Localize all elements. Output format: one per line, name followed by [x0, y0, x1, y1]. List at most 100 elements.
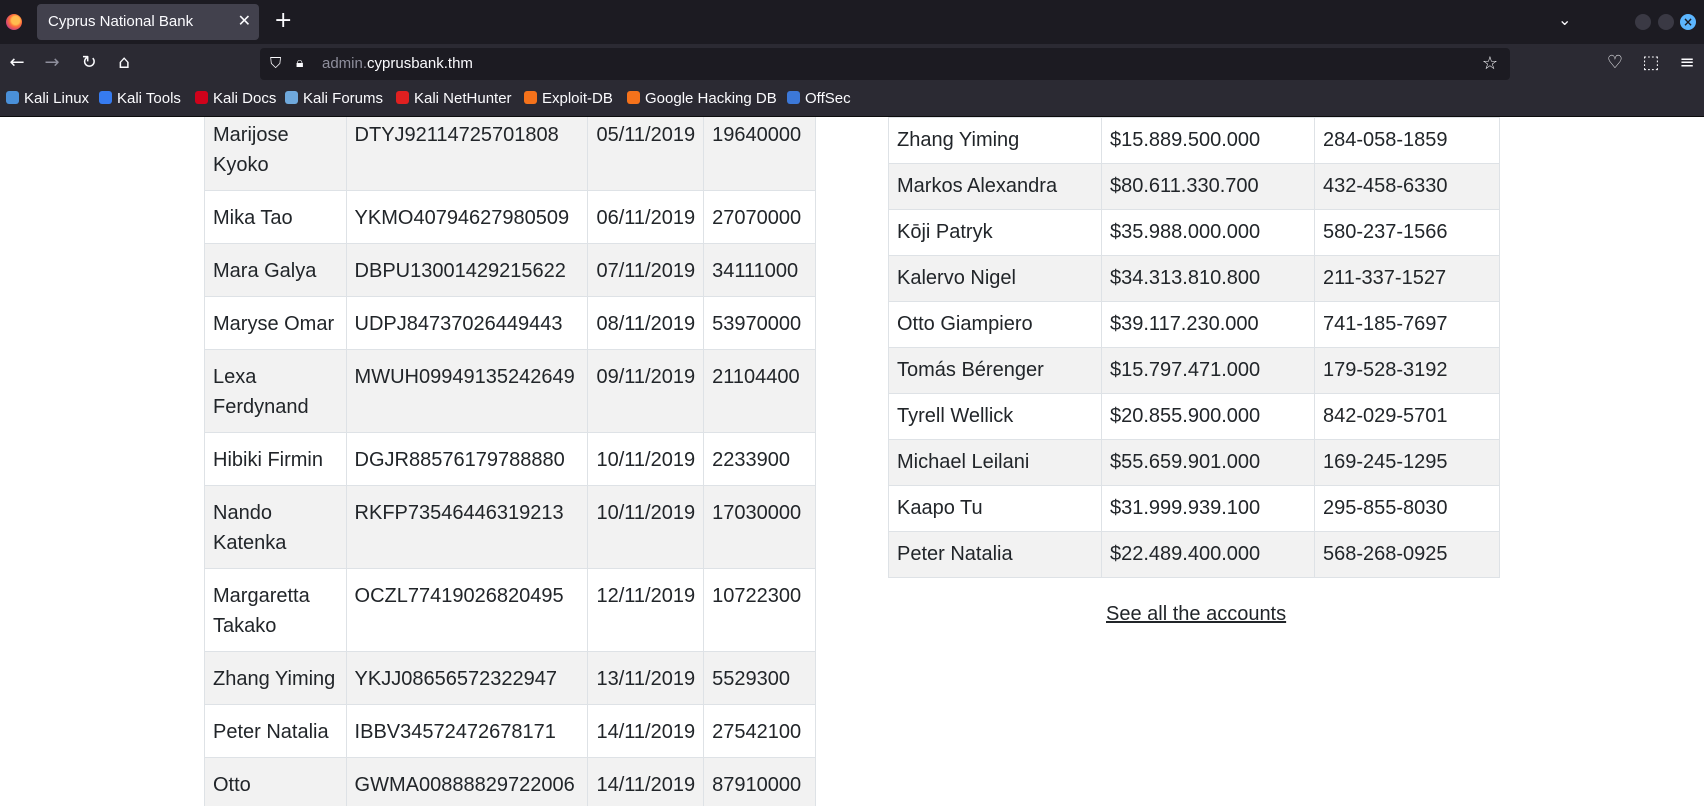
see-all-accounts-link[interactable]: See all the accounts	[1106, 603, 1286, 626]
cell-phone: 295-855-8030	[1314, 485, 1500, 532]
extensions-icon[interactable]: ⬚	[1640, 53, 1662, 73]
firefox-logo-icon	[6, 14, 22, 30]
cell-amount: 2233900	[703, 432, 816, 486]
cell-name: Hibiki Firmin	[204, 432, 347, 486]
forward-icon[interactable]: →	[41, 53, 63, 73]
cell-phone: 432-458-6330	[1314, 163, 1500, 210]
navigation-bar: ← → ↻ ⌂ ⛉ 🔒︎ admin.cyprusbank.thm ☆ ♡ ⬚ …	[0, 44, 1704, 84]
url-domain: cyprusbank.thm	[367, 55, 473, 72]
bookmark-exploit-db[interactable]: Exploit-DB	[524, 90, 613, 107]
cell-name: Kōji Patryk	[888, 209, 1102, 256]
url-subdomain: admin.	[322, 55, 368, 72]
maximize-icon[interactable]	[1658, 14, 1674, 30]
cell-account: DGJR88576179788880	[345, 432, 589, 486]
exploit-db-icon	[524, 91, 537, 104]
minimize-icon[interactable]	[1635, 14, 1651, 30]
cell-balance: $20.855.900.000	[1101, 393, 1315, 440]
table-row: Tyrell Wellick $20.855.900.000 842-029-570…	[888, 393, 1500, 440]
list-all-tabs-icon[interactable]: ⌄	[1558, 10, 1571, 29]
bookmark-google-hacking-db[interactable]: Google Hacking DB	[627, 90, 777, 107]
window-close-icon[interactable]: ×	[1680, 14, 1696, 30]
cell-name: Kalervo Nigel	[888, 255, 1102, 302]
transactions-table: Marijose Kyoko DTYJ92114725701808 05/11/20…	[204, 117, 816, 806]
cell-phone: 169-245-1295	[1314, 439, 1500, 486]
tab-active[interactable]: Cyprus National Bank ✕	[37, 4, 259, 40]
cell-balance: $55.659.901.000	[1101, 439, 1315, 486]
cell-balance: $34.313.810.800	[1101, 255, 1315, 302]
pocket-icon[interactable]: ♡	[1604, 53, 1626, 73]
cell-name: Kaapo Tu	[888, 485, 1102, 532]
cell-name: Zhang Yiming	[888, 117, 1102, 164]
cell-name: Markos Alexandra	[888, 163, 1102, 210]
cell-amount: 19640000	[703, 117, 816, 191]
cell-account: YKMO40794627980509	[345, 190, 589, 244]
bookmark-label: Kali Forums	[303, 90, 384, 107]
cell-account: IBBV34572472678171	[345, 704, 589, 758]
url-text[interactable]: admin.cyprusbank.thm	[322, 55, 473, 72]
cell-name: Margaretta Takako	[204, 568, 347, 652]
cell-balance: $22.489.400.000	[1101, 531, 1315, 578]
cell-account: GWMA00888829722006	[345, 757, 589, 806]
reload-icon[interactable]: ↻	[78, 53, 100, 73]
cell-balance: $31.999.939.100	[1101, 485, 1315, 532]
url-bar[interactable]: ⛉ 🔒︎ admin.cyprusbank.thm ☆	[260, 48, 1510, 80]
table-row: Otto GiampieroGWMA0088882972200614/11/20…	[204, 757, 816, 806]
cell-amount: 17030000	[703, 485, 816, 569]
table-row: Nando Katenka RKFP73546446319213 10/11/201…	[204, 485, 816, 569]
table-row: Tomás Bérenger $15.797.471.000 179-528-319…	[888, 347, 1500, 394]
cell-amount: 53970000	[703, 296, 816, 350]
cell-account: OCZL77419026820495	[345, 568, 589, 652]
cell-date: 09/11/2019	[587, 349, 705, 433]
kali-docs-icon	[195, 91, 208, 104]
back-icon[interactable]: ←	[6, 53, 28, 73]
cell-account: RKFP73546446319213	[345, 485, 589, 569]
bookmark-label: Kali Tools	[117, 90, 181, 107]
bookmark-kali-linux[interactable]: Kali Linux	[6, 90, 89, 107]
bookmark-offsec[interactable]: OffSec	[787, 90, 851, 107]
table-row: Mika Tao YKMO40794627980509 06/11/2019 2707…	[204, 190, 816, 244]
cell-amount: 27542100	[703, 704, 816, 758]
bookmark-star-icon[interactable]: ☆	[1482, 53, 1498, 74]
tracking-protection-icon[interactable]: ⛉	[270, 54, 281, 72]
cell-name: Marijose Kyoko	[204, 117, 347, 191]
table-row: Michael Leilani $55.659.901.000 169-245-12…	[888, 439, 1500, 486]
bookmark-kali-docs[interactable]: Kali Docs	[195, 90, 276, 107]
cell-amount: 27070000	[703, 190, 816, 244]
tab-bar: Cyprus National Bank ✕ + ⌄ ×	[0, 0, 1704, 44]
cell-account: YKJJ08656572322947	[345, 651, 589, 705]
cell-balance: $80.611.330.700	[1101, 163, 1315, 210]
cell-account: DBPU13001429215622	[345, 243, 589, 297]
bookmark-label: Kali NetHunter	[414, 90, 512, 107]
bookmark-kali-forums[interactable]: Kali Forums	[285, 90, 383, 107]
table-row: Markos Alexandra $80.611.330.700 432-458-6…	[888, 163, 1500, 210]
cell-phone: 580-237-1566	[1314, 209, 1500, 256]
bookmark-kali-nethunter[interactable]: Kali NetHunter	[396, 90, 512, 107]
home-icon[interactable]: ⌂	[113, 53, 135, 73]
cell-amount: 10722300	[703, 568, 816, 652]
new-tab-icon[interactable]: +	[274, 8, 292, 34]
kali-linux-icon	[6, 91, 19, 104]
accounts-table: Zhang Yiming $15.889.500.000 284-058-1859 …	[888, 117, 1500, 578]
cell-name: Tomás Bérenger	[888, 347, 1102, 394]
menu-icon[interactable]: ≡	[1676, 53, 1698, 73]
cell-date: 14/11/2019	[587, 704, 705, 758]
site-security-icon[interactable]: 🔒︎	[296, 55, 303, 71]
bookmark-kali-tools[interactable]: Kali Tools	[99, 90, 181, 107]
cell-name: Peter Natalia	[204, 704, 347, 758]
table-row: Peter Natalia IBBV34572472678171 14/11/201…	[204, 704, 816, 758]
table-row: Kalervo Nigel $34.313.810.800 211-337-1527	[888, 255, 1500, 302]
tab-close-icon[interactable]: ✕	[238, 11, 251, 30]
table-row: Mara Galya DBPU13001429215622 07/11/2019 34…	[204, 243, 816, 297]
cell-name: Otto Giampiero	[204, 757, 347, 806]
cell-name: Tyrell Wellick	[888, 393, 1102, 440]
table-row: Peter Natalia $22.489.400.000 568-268-0925	[888, 531, 1500, 578]
cell-phone: 568-268-0925	[1314, 531, 1500, 578]
cell-amount: 87910000	[703, 757, 816, 806]
cell-name: Zhang Yiming	[204, 651, 347, 705]
cell-name: Michael Leilani	[888, 439, 1102, 486]
bookmark-label: Kali Docs	[213, 90, 277, 107]
offsec-icon	[787, 91, 800, 104]
cell-date: 06/11/2019	[587, 190, 705, 244]
cell-name: Nando Katenka	[204, 485, 347, 569]
tab-title: Cyprus National Bank	[48, 13, 194, 30]
